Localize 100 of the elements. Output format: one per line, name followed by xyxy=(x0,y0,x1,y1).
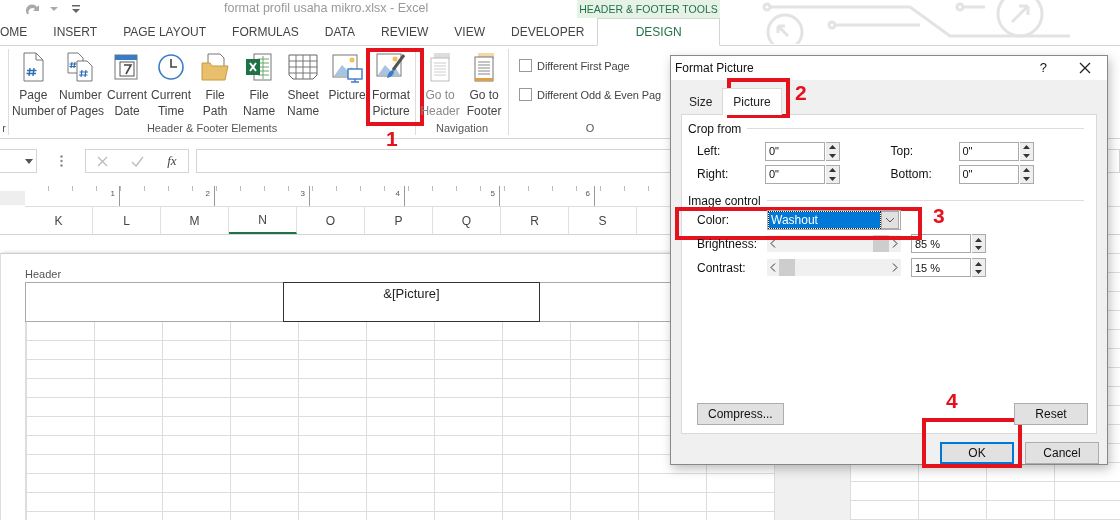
step-number: 4 xyxy=(946,390,958,411)
ribbon-button[interactable]: Picture xyxy=(325,51,370,122)
reset-button[interactable]: Reset xyxy=(1014,403,1088,425)
ribbon-tab[interactable]: PAGE LAYOUT xyxy=(110,18,220,45)
ribbon-button[interactable]: Sheet Name xyxy=(281,51,326,122)
ribbon-button[interactable]: Number of Pages xyxy=(55,51,106,122)
check-icon[interactable] xyxy=(131,155,145,167)
clock-icon xyxy=(156,51,187,83)
down-arrow-icon xyxy=(975,246,982,251)
down-arrow-icon xyxy=(829,176,836,181)
insert-function-button[interactable]: fx xyxy=(167,153,177,169)
spin-button[interactable] xyxy=(972,258,986,278)
column-header[interactable]: L xyxy=(93,207,161,234)
number-field[interactable]: 0" xyxy=(765,141,825,161)
up-arrow-icon xyxy=(1022,168,1030,173)
window-title: format profil usaha mikro.xlsx - Excel xyxy=(224,1,429,15)
ribbon-button[interactable]: File Path xyxy=(193,51,238,122)
close-icon[interactable] xyxy=(1079,61,1091,74)
field-label: Contrast: xyxy=(697,260,747,275)
step-number: 3 xyxy=(933,205,945,226)
column-header[interactable]: K xyxy=(25,207,93,234)
spin-button[interactable] xyxy=(1019,164,1034,184)
caret-icon[interactable] xyxy=(50,6,58,12)
column-header[interactable]: O xyxy=(297,207,365,234)
field-label: Brightness: xyxy=(697,236,759,251)
down-arrow-icon xyxy=(829,153,836,158)
name-box[interactable] xyxy=(0,149,37,173)
section-label: Crop from xyxy=(688,121,742,136)
cancel-button[interactable]: Cancel xyxy=(1025,442,1099,464)
color-dropdown[interactable]: Washout xyxy=(767,209,901,230)
image-monitor-icon xyxy=(331,51,364,83)
group-label: O xyxy=(585,122,595,135)
column-header[interactable]: P xyxy=(365,207,433,234)
checkbox[interactable]: Different First Page xyxy=(519,59,662,72)
ribbon-button[interactable]: Go to Footer xyxy=(462,51,507,122)
ribbon-button[interactable]: Page Number xyxy=(11,51,56,122)
customize-icon[interactable] xyxy=(72,4,80,14)
sheet-grid-icon xyxy=(287,51,320,83)
context-label: HEADER & FOOTER TOOLS xyxy=(577,0,720,18)
down-arrow-icon xyxy=(1022,153,1030,158)
ribbon-tab[interactable]: REVIEW xyxy=(368,18,442,45)
percent-field[interactable]: 85 % xyxy=(911,234,971,254)
ribbon-button[interactable]: Current Time xyxy=(149,51,194,122)
ribbon-button[interactable]: File Name xyxy=(237,51,282,122)
header-label: Header xyxy=(25,268,63,282)
group-label: Header & Footer Elements xyxy=(146,122,278,135)
column-header[interactable]: M xyxy=(161,207,229,234)
field-label: Left: xyxy=(697,144,722,159)
up-arrow-icon xyxy=(829,145,836,150)
ribbon-tab[interactable]: INSERT xyxy=(40,18,111,45)
spin-button[interactable] xyxy=(1019,141,1034,161)
ok-button[interactable]: OK xyxy=(940,442,1014,464)
dialog-title: Format Picture xyxy=(675,60,754,75)
column-header[interactable]: N xyxy=(229,207,297,234)
group-label: r xyxy=(2,122,6,135)
up-arrow-icon xyxy=(975,237,982,242)
number-field[interactable]: 0" xyxy=(765,164,825,184)
slider-thumb[interactable] xyxy=(779,259,796,277)
step-number: 2 xyxy=(795,82,807,103)
folder-icon xyxy=(200,51,231,83)
slider[interactable] xyxy=(767,259,901,277)
ribbon-tab[interactable]: VIEW xyxy=(441,18,498,45)
down-arrow-icon xyxy=(1022,176,1030,181)
ruler-corner xyxy=(0,191,25,205)
spreadsheet-file-icon xyxy=(244,51,275,83)
pages-hash-icon xyxy=(65,51,96,83)
redo-icon[interactable] xyxy=(24,2,42,16)
ribbon-tab[interactable]: OME xyxy=(0,18,41,45)
column-header[interactable]: R xyxy=(501,207,569,234)
drag-handle-icon[interactable] xyxy=(60,155,63,167)
ribbon-tab[interactable]: DATA xyxy=(311,18,368,45)
highlight-box xyxy=(727,78,790,118)
ribbon-tab[interactable]: DESIGN xyxy=(597,18,720,46)
dialog-tab[interactable]: Size xyxy=(681,90,721,114)
field-label: Color: xyxy=(697,212,730,227)
help-button[interactable]: ? xyxy=(1039,60,1047,76)
checkbox[interactable]: Different Odd & Even Pag xyxy=(519,88,662,101)
field-label: Right: xyxy=(697,167,730,182)
column-header[interactable]: Q xyxy=(433,207,501,234)
field-label: Bottom: xyxy=(890,167,933,182)
dialog-tab[interactable]: Picture xyxy=(722,87,782,115)
spin-button[interactable] xyxy=(826,164,840,184)
number-field[interactable]: 0" xyxy=(958,164,1019,184)
ribbon-tab[interactable]: DEVELOPER xyxy=(498,18,598,45)
compress-button[interactable]: Compress... xyxy=(697,403,784,425)
ribbon-tab[interactable]: FORMULAS xyxy=(219,18,312,45)
dropdown-arrow-icon xyxy=(25,158,33,164)
up-arrow-icon xyxy=(975,261,982,266)
section-label: Image control xyxy=(688,193,761,208)
number-field[interactable]: 0" xyxy=(958,141,1019,161)
header-section[interactable]: &[Picture] xyxy=(283,282,540,322)
column-header[interactable]: S xyxy=(569,207,637,234)
ribbon-button[interactable]: Current Date xyxy=(105,51,150,122)
step-number: 1 xyxy=(386,128,398,149)
spin-button[interactable] xyxy=(826,141,840,161)
percent-field[interactable]: 15 % xyxy=(911,258,971,278)
ribbon-button[interactable]: Format Picture xyxy=(369,51,414,122)
up-arrow-icon xyxy=(829,168,836,173)
up-arrow-icon xyxy=(1022,145,1030,150)
spin-button[interactable] xyxy=(972,234,986,254)
